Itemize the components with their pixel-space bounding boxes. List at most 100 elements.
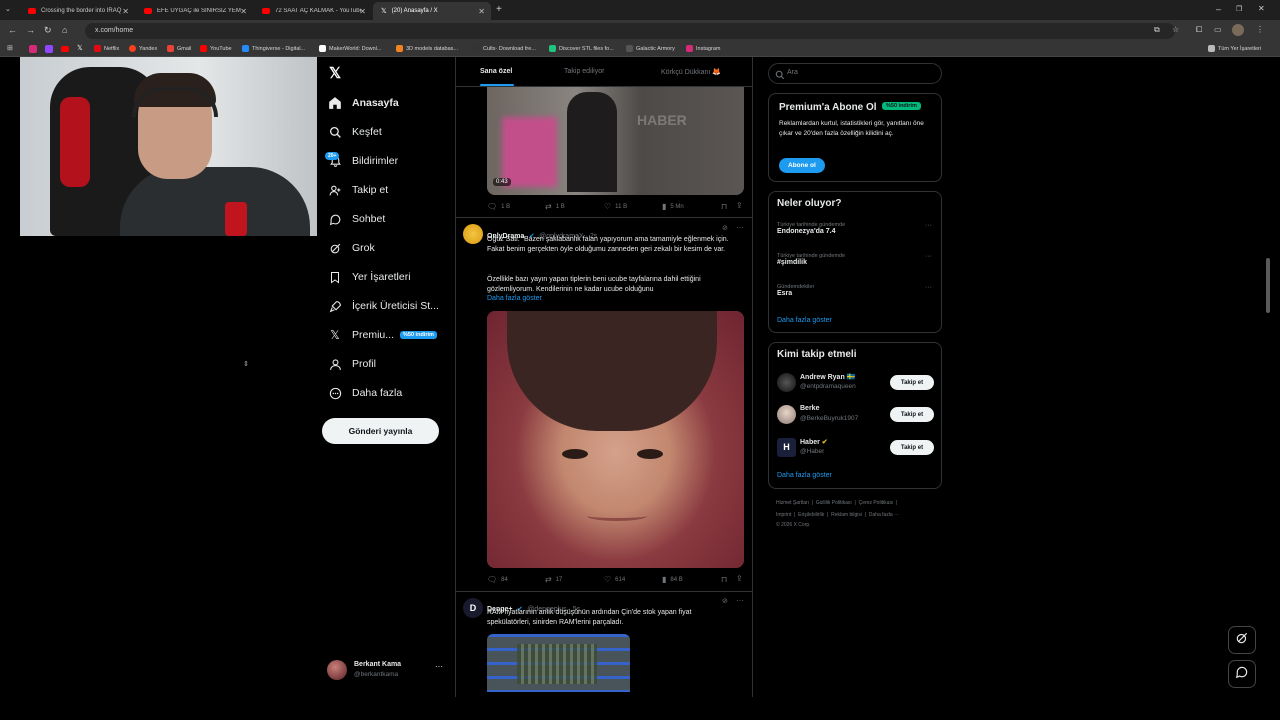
all-bookmarks-folder[interactable]: Tüm Yer İşaretleri	[1208, 45, 1261, 52]
trends-show-more[interactable]: Daha fazla göster	[777, 317, 832, 324]
views-action[interactable]: ▮ 84 B	[662, 575, 683, 584]
reply-action[interactable]: 🗨 84	[487, 575, 508, 584]
nav-home[interactable]: Anasayfa	[328, 92, 399, 114]
like-action[interactable]: ♡ 614	[604, 575, 625, 584]
nav-premium[interactable]: 𝕏 Premiu... %50 indirim	[328, 324, 437, 346]
instagram-bookmark-icon[interactable]	[29, 45, 37, 53]
nav-chat[interactable]: Sohbet	[328, 208, 385, 230]
youtube-bookmark-icon[interactable]	[61, 46, 69, 52]
nav-bookmarks[interactable]: Yer İşaretleri	[328, 266, 411, 288]
tab-following[interactable]: Takip ediliyor	[564, 68, 604, 75]
follow-button[interactable]: Takip et	[890, 440, 934, 455]
back-icon[interactable]: ←	[8, 25, 17, 35]
follow-avatar[interactable]: H	[777, 438, 796, 457]
repost-action[interactable]: ⇄ 17	[545, 575, 562, 584]
like-action[interactable]: ♡ 11 B	[604, 202, 627, 211]
bookmark-youtube[interactable]: YouTube	[200, 45, 232, 52]
browser-menu-icon[interactable]: ⋮	[1256, 25, 1264, 34]
x-bookmark-icon[interactable]: 𝕏	[77, 44, 83, 52]
show-more-link[interactable]: Daha fazla göster	[487, 295, 542, 302]
bookmark-icon[interactable]: ⊓	[721, 202, 727, 211]
trend-item[interactable]: Türkiye tarihinde gündemde Endonezya'da …	[777, 222, 937, 235]
close-tab-icon[interactable]: ✕	[122, 7, 129, 16]
bookmark-galactic-armory[interactable]: Galactic Armory	[626, 45, 675, 52]
tweet-image[interactable]	[487, 311, 744, 568]
nav-explore[interactable]: Keşfet	[328, 121, 382, 143]
messages-floating-button[interactable]	[1228, 660, 1256, 688]
onlydrama-avatar[interactable]	[463, 224, 483, 244]
tweet-image[interactable]	[487, 634, 630, 692]
nav-grok[interactable]: Grok	[328, 237, 375, 259]
who-to-follow-show-more[interactable]: Daha fazla göster	[777, 472, 832, 479]
trend-more-icon[interactable]: ···	[925, 222, 932, 229]
new-tab-icon[interactable]: +	[496, 4, 502, 15]
follow-avatar[interactable]	[777, 405, 796, 424]
browser-tab-2[interactable]: EFE UYGAÇ ile SINIRSIZ YEMEK ✕	[136, 2, 253, 20]
close-tab-icon[interactable]: ✕	[478, 7, 485, 16]
trend-more-icon[interactable]: ···	[925, 253, 932, 260]
restore-icon[interactable]: ❐	[1236, 5, 1242, 13]
follow-name[interactable]: Berke	[800, 405, 819, 412]
forward-icon[interactable]: →	[26, 25, 35, 35]
share-icon[interactable]: ⇪	[736, 201, 743, 210]
tab-for-you[interactable]: Sana özel	[480, 68, 512, 75]
bookmark-icon[interactable]: ⊓	[721, 575, 727, 584]
bookmark-3d-models[interactable]: 3D models databas...	[396, 45, 458, 52]
minimize-icon[interactable]: –	[1216, 4, 1221, 14]
trend-more-icon[interactable]: ···	[925, 284, 932, 291]
bookmark-makerworld[interactable]: MakerWorld: Downl...	[319, 45, 381, 52]
follow-button[interactable]: Takip et	[890, 407, 934, 422]
install-app-icon[interactable]: ⧉	[1154, 25, 1160, 35]
nav-follow[interactable]: Takip et	[328, 179, 388, 201]
grok-explain-icon[interactable]: ⊘	[722, 597, 728, 605]
trend-item[interactable]: Türkiye tarihinde gündemde #şimdilik ···	[777, 253, 937, 266]
reply-action[interactable]: 🗨 1 B	[487, 202, 510, 211]
follow-button[interactable]: Takip et	[890, 375, 934, 390]
bookmark-stl-files[interactable]: Discover STL files fo...	[549, 45, 614, 52]
url-bar[interactable]: x.com/home	[85, 23, 1175, 39]
account-switcher[interactable]: Berkant Kama @berkantkama ···	[327, 658, 447, 684]
page-scrollbar[interactable]	[1266, 258, 1270, 313]
home-page-icon[interactable]: ⌂	[62, 25, 67, 35]
account-more-icon[interactable]: ···	[435, 662, 443, 671]
nav-creator-studio[interactable]: İçerik Üreticisi St...	[328, 295, 439, 317]
post-button[interactable]: Gönderi yayınla	[322, 418, 439, 444]
extensions-icon[interactable]: ⧠	[1196, 25, 1202, 35]
tweet-video[interactable]: HABER 0:43	[487, 87, 744, 195]
views-action[interactable]: ▮ 5 Mn	[662, 202, 684, 211]
grok-explain-icon[interactable]: ⊘	[722, 224, 728, 232]
share-icon[interactable]: ⇪	[736, 574, 743, 583]
footer-links[interactable]: Imprint | Erişilebilirlik | Reklam bilgi…	[776, 512, 899, 518]
bookmark-netflix[interactable]: Netflix	[94, 45, 119, 52]
nav-more[interactable]: Daha fazla	[328, 382, 402, 404]
nav-profile[interactable]: Profil	[328, 353, 376, 375]
search-input[interactable]: Ara	[768, 63, 942, 84]
subscribe-button[interactable]: Abone ol	[779, 158, 825, 173]
dengeplus-avatar[interactable]: D	[463, 598, 483, 618]
tweet-more-icon[interactable]: ···	[736, 223, 744, 232]
browser-tab-4-active[interactable]: 𝕏 (20) Anasayfa / X ✕	[373, 2, 491, 20]
trend-item[interactable]: Gündemdekiler Esra ···	[777, 284, 937, 297]
follow-name[interactable]: Andrew Ryan 🇸🇪	[800, 373, 855, 381]
sidebar-icon[interactable]: ▭	[1214, 25, 1222, 34]
follow-avatar[interactable]	[777, 373, 796, 392]
browser-tab-1[interactable]: Crossing the border into IRAQ ✕	[20, 2, 135, 20]
tab-search-icon[interactable]: ⌄	[5, 5, 11, 13]
grok-floating-button[interactable]	[1228, 626, 1256, 654]
reload-icon[interactable]: ↻	[44, 25, 52, 36]
footer-links[interactable]: Hizmet Şartları | Gizlilik Politikası | …	[776, 500, 897, 506]
bookmark-yandex[interactable]: Yandex	[129, 45, 157, 52]
repost-action[interactable]: ⇄ 1 B	[545, 202, 565, 211]
tweet-more-icon[interactable]: ···	[736, 596, 744, 605]
bookmark-instagram[interactable]: Instagram	[686, 45, 720, 52]
bookmark-gmail[interactable]: Gmail	[167, 45, 191, 52]
close-tab-icon[interactable]: ✕	[240, 7, 247, 16]
apps-grid-icon[interactable]: ⊞	[7, 44, 13, 52]
twitch-bookmark-icon[interactable]	[45, 45, 53, 53]
follow-name-row[interactable]: Haber ✔	[800, 438, 828, 446]
profile-avatar-icon[interactable]	[1232, 24, 1244, 36]
window-close-icon[interactable]: ✕	[1258, 4, 1265, 13]
x-logo-icon[interactable]: 𝕏	[329, 64, 341, 82]
bookmark-star-icon[interactable]: ☆	[1172, 25, 1179, 34]
bookmark-cults[interactable]: Cults· Download fre...	[473, 45, 536, 52]
